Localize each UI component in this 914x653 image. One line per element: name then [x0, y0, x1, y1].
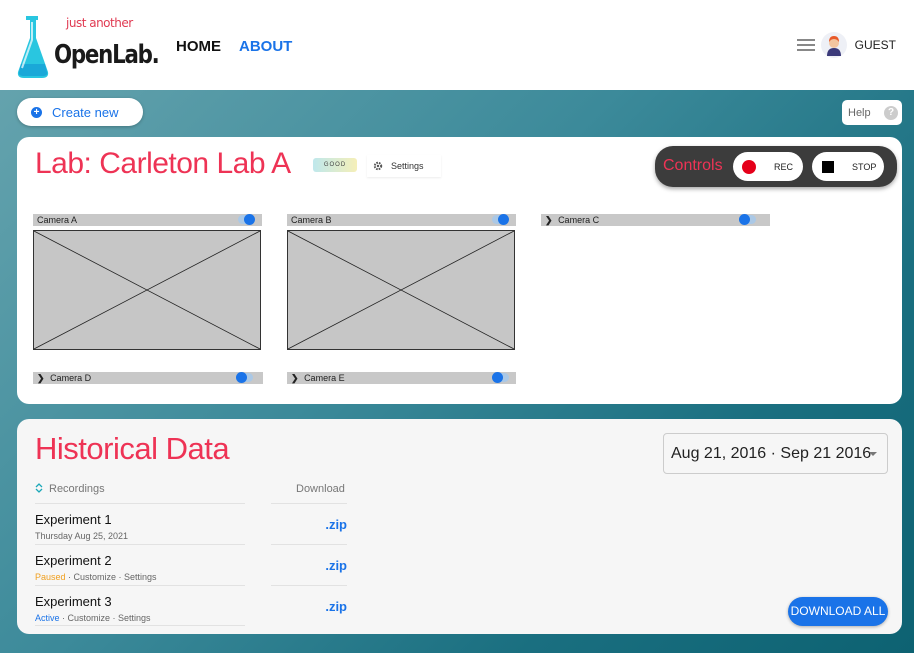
record-icon	[742, 159, 756, 174]
download-zip-link[interactable]: .zip	[325, 517, 347, 532]
historical-data-panel: Historical Data Aug 21, 2016 · Sep 21 20…	[17, 419, 902, 634]
image-placeholder-icon	[33, 230, 261, 350]
camera-c-toggle[interactable]	[739, 214, 756, 225]
camera-d-toggle[interactable]	[236, 372, 253, 383]
hamburger-menu-icon[interactable]	[796, 39, 815, 51]
help-label: Help	[848, 106, 871, 119]
download-all-button[interactable]: DOWNLOAD ALL	[788, 597, 888, 626]
table-row[interactable]: Experiment 2 Paused · Customize · Settin…	[35, 544, 245, 585]
status-active: Active	[35, 613, 60, 623]
user-menu: GUEST	[796, 32, 896, 58]
camera-a-feed	[33, 230, 261, 350]
user-name[interactable]: GUEST	[855, 38, 896, 52]
user-avatar-icon	[826, 36, 841, 56]
question-icon: ?	[884, 105, 898, 120]
camera-d-label: Camera D	[50, 373, 92, 383]
camera-d: ❯ Camera D	[33, 372, 263, 384]
recordings-column-label: Recordings	[49, 483, 105, 495]
lab-settings-button[interactable]: Settings	[367, 155, 441, 177]
help-button[interactable]: Help ?	[842, 100, 902, 125]
date-range-value: Aug 21, 2016 · Sep 21 2016	[671, 445, 872, 462]
camera-c-label: Camera C	[558, 215, 600, 225]
camera-e-label: Camera E	[304, 373, 345, 383]
download-cell: .zip	[271, 503, 347, 544]
download-column-header: Download	[296, 483, 345, 495]
logo-tagline: just another	[66, 16, 133, 30]
camera-c-header[interactable]: ❯ Camera C	[541, 214, 770, 226]
rec-button[interactable]: REC	[733, 152, 803, 181]
download-cell: .zip	[271, 544, 347, 585]
gear-icon	[373, 161, 383, 171]
plus-icon: +	[31, 106, 42, 118]
camera-a-label: Camera A	[37, 215, 78, 225]
camera-b-feed	[287, 230, 515, 350]
table-row[interactable]: Experiment 3 Active · Customize · Settin…	[35, 585, 245, 626]
rec-label: REC	[774, 161, 794, 172]
camera-a-toggle[interactable]	[238, 214, 255, 225]
table-row[interactable]: Experiment 1 Thursday Aug 25, 2021	[35, 503, 245, 544]
stop-icon	[822, 160, 834, 173]
camera-b-toggle[interactable]	[492, 214, 509, 225]
controls-panel: Controls REC STOP	[655, 146, 897, 187]
nav-about[interactable]: ABOUT	[239, 38, 292, 55]
experiment-meta: Paused · Customize · Settings	[35, 572, 157, 582]
image-placeholder-icon	[287, 230, 515, 350]
camera-b-header[interactable]: Camera B	[287, 214, 516, 226]
experiment-date: Thursday Aug 25, 2021	[35, 531, 129, 541]
download-zip-link[interactable]: .zip	[325, 558, 347, 573]
sort-icon	[35, 483, 43, 493]
main-nav: HOME ABOUT	[176, 38, 292, 55]
flask-icon	[17, 16, 49, 78]
openlab-logo[interactable]: just another OpenLab.	[16, 14, 160, 80]
download-cell: .zip	[271, 585, 347, 626]
experiment-title: Experiment 1	[35, 512, 112, 527]
chevron-right-icon: ❯	[545, 215, 553, 225]
create-new-button[interactable]: + Create new	[17, 98, 143, 126]
experiment-actions[interactable]: · Customize · Settings	[60, 613, 151, 623]
status-badge: GOOD	[313, 158, 357, 172]
camera-c: ❯ Camera C	[541, 214, 770, 226]
nav-home[interactable]: HOME	[176, 38, 221, 55]
stop-button[interactable]: STOP	[812, 152, 884, 181]
create-new-label: Create new	[52, 104, 119, 120]
camera-a-header[interactable]: Camera A	[33, 214, 262, 226]
avatar[interactable]	[820, 32, 847, 58]
status-paused: Paused	[35, 572, 66, 582]
download-zip-link[interactable]: .zip	[325, 599, 347, 614]
camera-d-header[interactable]: ❯ Camera D	[33, 372, 263, 384]
camera-b-label: Camera B	[291, 215, 332, 225]
date-range-select[interactable]: Aug 21, 2016 · Sep 21 2016	[663, 433, 888, 474]
experiment-actions[interactable]: · Customize · Settings	[66, 572, 157, 582]
lab-title: Lab: Carleton Lab A	[35, 147, 291, 180]
caret-down-icon	[869, 452, 877, 456]
logo-name: OpenLab.	[54, 40, 160, 70]
historical-data-title: Historical Data	[35, 431, 230, 466]
camera-b: Camera B	[287, 214, 516, 354]
chevron-right-icon: ❯	[37, 373, 45, 383]
camera-e: ❯ Camera E	[287, 372, 516, 384]
camera-e-header[interactable]: ❯ Camera E	[287, 372, 516, 384]
lab-settings-label: Settings	[391, 161, 424, 171]
recordings-column-header[interactable]: Recordings	[35, 483, 105, 495]
controls-label: Controls	[663, 157, 723, 174]
camera-a: Camera A	[33, 214, 262, 354]
top-bar: just another OpenLab. HOME ABOUT GUEST	[0, 0, 914, 90]
lab-panel: Lab: Carleton Lab A GOOD Settings Contro…	[17, 137, 902, 404]
experiment-meta: Active · Customize · Settings	[35, 613, 151, 623]
stop-label: STOP	[852, 161, 877, 172]
camera-e-toggle[interactable]	[492, 372, 509, 383]
experiment-title: Experiment 3	[35, 594, 112, 609]
experiment-title: Experiment 2	[35, 553, 112, 568]
chevron-right-icon: ❯	[291, 373, 299, 383]
